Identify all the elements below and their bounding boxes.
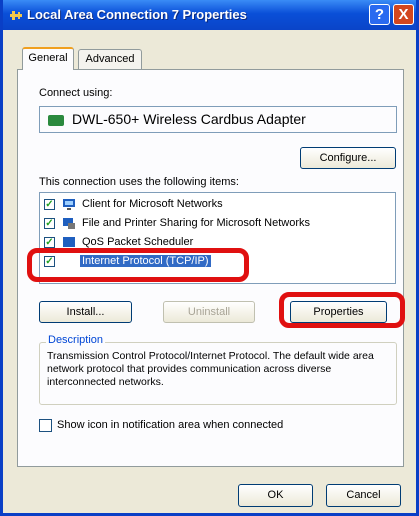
items-label: This connection uses the following items… xyxy=(39,176,239,188)
tab-advanced[interactable]: Advanced xyxy=(78,49,142,69)
show-icon-checkbox[interactable] xyxy=(39,419,52,432)
window-title: Local Area Connection 7 Properties xyxy=(27,7,247,22)
ok-button[interactable]: OK xyxy=(238,484,313,507)
title-bar[interactable]: Local Area Connection 7 Properties ? X xyxy=(3,0,416,30)
list-item[interactable]: ✓ File and Printer Sharing for Microsoft… xyxy=(42,215,392,233)
adapter-name: DWL-650+ Wireless Cardbus Adapter xyxy=(72,111,306,127)
cancel-button[interactable]: Cancel xyxy=(326,484,401,507)
configure-button[interactable]: Configure... xyxy=(300,147,396,169)
close-button[interactable]: X xyxy=(393,4,414,25)
install-button[interactable]: Install... xyxy=(39,301,132,323)
description-title: Description xyxy=(46,334,106,346)
properties-highlight-annotation xyxy=(279,292,405,328)
show-icon-label: Show icon in notification area when conn… xyxy=(57,419,284,431)
network-client-icon xyxy=(63,199,75,210)
checkbox[interactable]: ✓ xyxy=(44,199,55,210)
printer-sharing-icon xyxy=(63,218,75,229)
network-adapter-icon xyxy=(48,115,64,126)
checkbox[interactable]: ✓ xyxy=(44,218,55,229)
properties-dialog: Local Area Connection 7 Properties ? X G… xyxy=(0,0,419,516)
uninstall-button[interactable]: Uninstall xyxy=(163,301,255,323)
tab-general[interactable]: General xyxy=(22,47,74,70)
list-item[interactable]: ✓ Client for Microsoft Networks xyxy=(42,196,392,214)
help-button[interactable]: ? xyxy=(369,4,390,25)
list-item-label: File and Printer Sharing for Microsoft N… xyxy=(82,217,311,229)
checkbox[interactable]: ✓ xyxy=(44,237,55,248)
connect-using-label: Connect using: xyxy=(39,87,113,99)
list-item-label: Client for Microsoft Networks xyxy=(82,198,223,210)
tcpip-highlight-annotation xyxy=(27,248,249,282)
adapter-field: DWL-650+ Wireless Cardbus Adapter xyxy=(39,106,397,133)
list-item-label: QoS Packet Scheduler xyxy=(82,236,194,248)
description-text: Transmission Control Protocol/Internet P… xyxy=(47,350,374,388)
network-connection-icon xyxy=(10,11,22,20)
